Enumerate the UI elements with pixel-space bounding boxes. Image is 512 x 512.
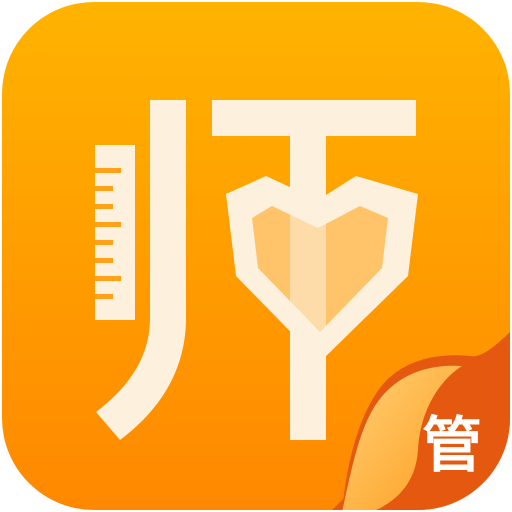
glyph-top-bar [212, 100, 416, 136]
badge-label: 管 [422, 411, 482, 481]
app-icon[interactable]: 管 [0, 0, 512, 512]
